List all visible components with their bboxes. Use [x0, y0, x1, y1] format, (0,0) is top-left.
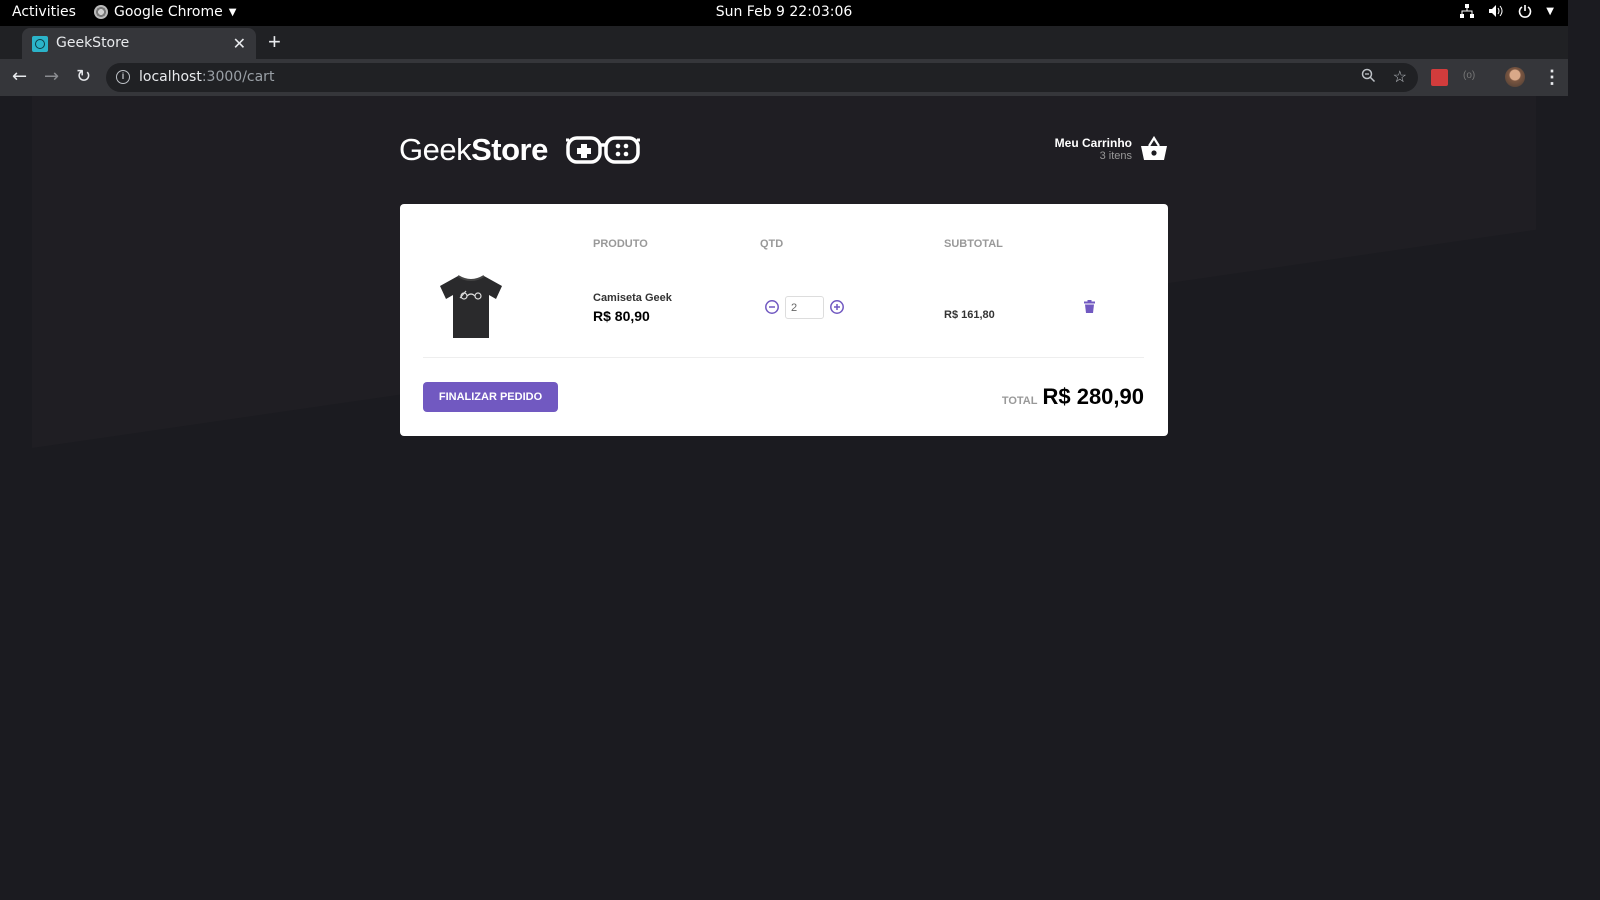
cart-label: Meu Carrinho: [1054, 136, 1132, 150]
site-info-icon[interactable]: i: [116, 70, 130, 84]
reload-button[interactable]: ↻: [76, 66, 91, 87]
checkout-button[interactable]: FINALIZAR PEDIDO: [423, 382, 558, 412]
logo-text-regular: Geek: [399, 132, 472, 167]
browser-toolbar: ← → ↻ i localhost:3000/cart ☆: [0, 59, 1568, 96]
item-subtotal: R$ 161,80: [944, 309, 995, 321]
product-name: Camiseta Geek: [593, 292, 672, 304]
page-content: Geek Store Meu Carrinho 3 itens PRODUTO …: [0, 96, 1568, 882]
forward-button[interactable]: →: [44, 66, 59, 87]
caret-down-icon: ▼: [1546, 5, 1554, 17]
quantity-input[interactable]: [785, 296, 824, 319]
cart-count: 3 itens: [1099, 150, 1132, 162]
system-top-bar: Activities Google Chrome ▼ Sun Feb 9 22:…: [0, 0, 1568, 26]
tab-geekstore[interactable]: GeekStore ✕: [22, 28, 256, 59]
decrease-quantity-icon[interactable]: [764, 299, 780, 315]
tab-title: GeekStore: [56, 35, 130, 51]
profile-avatar[interactable]: [1505, 67, 1525, 87]
back-button[interactable]: ←: [12, 66, 27, 87]
new-tab-button[interactable]: +: [268, 30, 281, 54]
logo-text-bold: Store: [471, 132, 548, 167]
column-header-subtotal: SUBTOTAL: [944, 238, 1003, 250]
system-tray[interactable]: ▼: [1460, 4, 1554, 18]
volume-icon[interactable]: [1488, 4, 1504, 18]
store-header: Geek Store Meu Carrinho 3 itens: [399, 132, 1168, 172]
extension-icon[interactable]: [1431, 69, 1448, 86]
menu-kebab-icon[interactable]: ⋮: [1543, 67, 1561, 88]
power-icon[interactable]: [1518, 4, 1532, 18]
clock[interactable]: Sun Feb 9 22:03:06: [0, 4, 1568, 20]
network-icon[interactable]: [1460, 4, 1475, 18]
react-favicon-icon: [32, 36, 48, 52]
zoom-icon[interactable]: [1361, 68, 1376, 83]
cart-widget[interactable]: Meu Carrinho 3 itens: [1055, 136, 1168, 162]
shopping-basket-icon: [1141, 136, 1167, 160]
address-bar[interactable]: i localhost:3000/cart ☆: [106, 63, 1418, 92]
extension-icon-2[interactable]: (o): [1463, 70, 1475, 81]
product-image: [440, 275, 502, 338]
increase-quantity-icon[interactable]: [829, 299, 845, 315]
url-text[interactable]: localhost:3000/cart: [139, 69, 274, 85]
delete-trash-icon[interactable]: [1084, 300, 1095, 313]
divider: [423, 357, 1144, 358]
total-label: TOTAL: [1001, 395, 1038, 407]
total-value: R$ 280,90: [1042, 384, 1144, 409]
product-price: R$ 80,90: [593, 308, 650, 324]
cart-card: PRODUTO QTD SUBTOTAL Camiseta Geek R$ 80…: [400, 204, 1168, 436]
tab-strip: GeekStore ✕: [0, 26, 1568, 59]
gamer-glasses-icon: [565, 136, 640, 164]
close-tab-icon[interactable]: ✕: [233, 34, 246, 53]
bookmark-star-icon[interactable]: ☆: [1393, 67, 1407, 87]
column-header-qty: QTD: [760, 238, 784, 250]
total-section: TOTAL R$ 280,90: [1002, 384, 1144, 410]
column-header-product: PRODUTO: [593, 238, 648, 250]
store-logo[interactable]: Geek Store: [399, 132, 640, 168]
